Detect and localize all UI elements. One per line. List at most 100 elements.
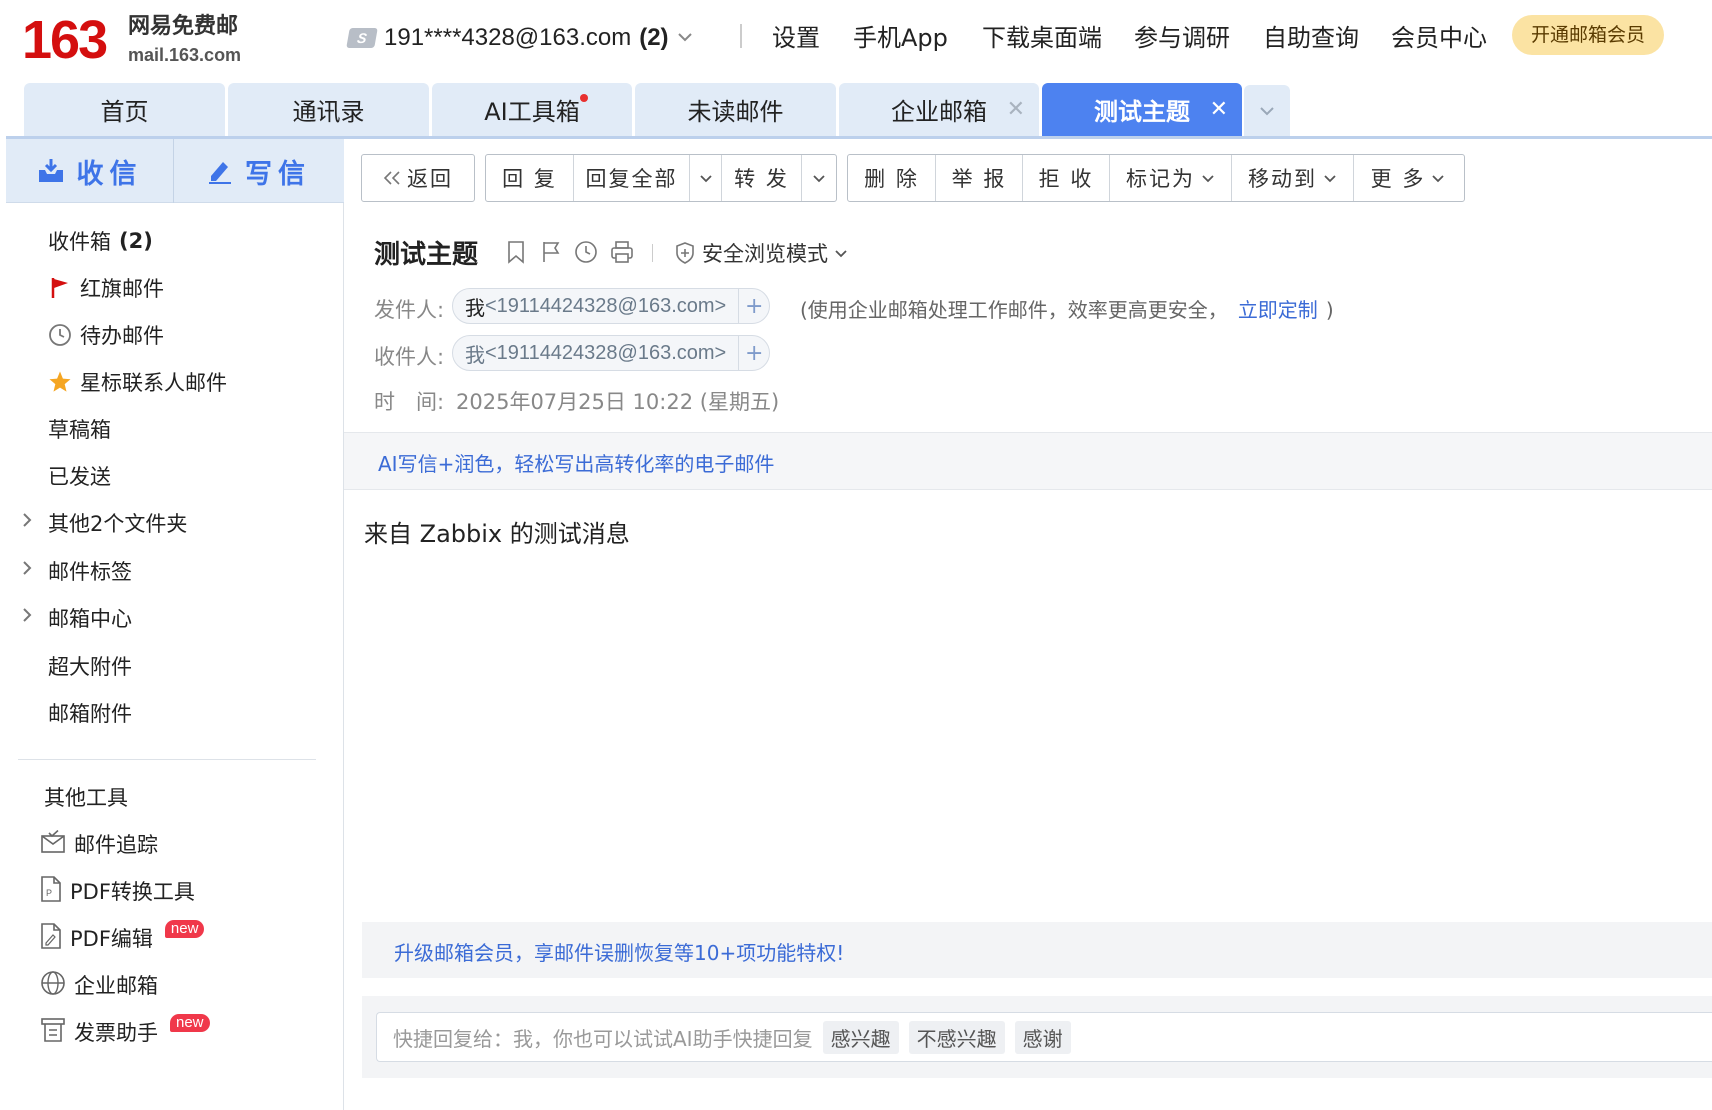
chevron-right-icon[interactable] <box>22 512 32 533</box>
chevron-right-icon[interactable] <box>22 607 32 628</box>
sidebar-item-mail-center[interactable]: 邮箱中心 <box>48 600 132 636</box>
tool-pdf-convert[interactable]: P PDF转换工具 <box>40 873 195 909</box>
tab-unread[interactable]: 未读邮件 <box>635 83 836 136</box>
safe-browsing-mode-dropdown[interactable]: 安全浏览模式 <box>674 238 848 268</box>
reply-options-dropdown[interactable] <box>690 155 722 201</box>
clock-icon[interactable] <box>574 240 598 264</box>
to-label: 收件人: <box>374 345 445 369</box>
print-icon[interactable] <box>610 240 634 264</box>
new-badge: new <box>170 1014 210 1032</box>
more-dropdown[interactable]: 更 多 <box>1354 155 1462 201</box>
tab-home[interactable]: 首页 <box>24 83 225 136</box>
tool-invoice-assistant[interactable]: 发票助手 new <box>40 1014 210 1050</box>
header-link-self-service[interactable]: 自助查询 <box>1263 20 1359 56</box>
pdf-file-icon: P <box>40 875 62 907</box>
sidebar-item-todo[interactable]: 待办邮件 <box>48 317 164 353</box>
chevron-down-icon <box>813 174 825 182</box>
bookmark-icon[interactable] <box>504 240 528 264</box>
recipient-me: 我 <box>465 344 485 367</box>
flag-icon[interactable] <box>539 240 563 264</box>
recipient-chip[interactable]: 我 <19114424328@163.com> + <box>452 335 771 371</box>
forward-button[interactable]: 转 发 <box>722 155 802 201</box>
header-link-mobile-app[interactable]: 手机App <box>853 20 948 56</box>
tab-enterprise-mail[interactable]: 企业邮箱 ✕ <box>839 83 1039 136</box>
sidebar-item-other-folders[interactable]: 其他2个文件夹 <box>48 505 187 541</box>
forward-options-dropdown[interactable] <box>802 155 836 201</box>
reject-label: 拒 收 <box>1038 167 1094 191</box>
report-button[interactable]: 举 报 <box>936 155 1023 201</box>
tool-label: 邮件追踪 <box>74 833 158 857</box>
quick-reply-chip-not-interested[interactable]: 不感兴趣 <box>908 1020 1005 1054</box>
enterprise-promo-text: (使用企业邮箱处理工作邮件，效率更高更安全， <box>800 298 1228 322</box>
header-link-survey[interactable]: 参与调研 <box>1134 20 1230 56</box>
logo[interactable]: 163 网易免费邮 mail.163.com <box>22 6 262 76</box>
receive-button[interactable]: 收信 <box>6 139 173 203</box>
move-to-dropdown[interactable]: 移动到 <box>1232 155 1354 201</box>
quick-reply-chip-interested[interactable]: 感兴趣 <box>822 1020 899 1054</box>
mark-as-label: 标记为 <box>1126 167 1195 191</box>
section-title: 其他工具 <box>44 786 128 810</box>
reply-all-label: 回复全部 <box>585 167 678 191</box>
sidebar-item-mailbox-attachments[interactable]: 邮箱附件 <box>48 695 132 731</box>
vip-banner-text[interactable]: 升级邮箱会员，享邮件误删恢复等10+项功能特权! <box>394 937 844 966</box>
sidebar-item-flagged[interactable]: 红旗邮件 <box>48 270 164 306</box>
sender-name: 我 <19114424328@163.com> <box>453 289 740 323</box>
vip-upgrade-banner[interactable]: 升级邮箱会员，享邮件误删恢复等10+项功能特权! <box>362 922 1712 978</box>
close-icon[interactable]: ✕ <box>1007 97 1025 122</box>
tab-ai-toolbox[interactable]: AI工具箱 <box>432 83 632 136</box>
pdf-edit-icon <box>40 922 62 954</box>
chevron-down-icon <box>1324 174 1336 182</box>
sidebar-item-label: 邮件标签 <box>48 560 132 584</box>
reply-label: 回 复 <box>502 167 557 191</box>
reject-button[interactable]: 拒 收 <box>1023 155 1110 201</box>
enterprise-promo-end: ) <box>1325 298 1334 322</box>
quick-reply-input[interactable]: 快捷回复给：我，你也可以试试AI助手快捷回复 感兴趣 不感兴趣 感谢 <box>376 1012 1712 1062</box>
sender-chip[interactable]: 我 <19114424328@163.com> + <box>452 288 771 324</box>
sidebar-item-large-attachments[interactable]: 超大附件 <box>48 648 132 684</box>
reply-all-button[interactable]: 回复全部 <box>574 155 690 201</box>
message-body: 来自 Zabbix 的测试消息 <box>364 520 630 548</box>
tool-pdf-edit[interactable]: PDF编辑 new <box>40 920 205 956</box>
sidebar-item-label: 已发送 <box>48 465 111 489</box>
sidebar-item-mail-tags[interactable]: 邮件标签 <box>48 553 132 589</box>
compose-button[interactable]: 写信 <box>174 139 344 203</box>
inbox-count: (2) <box>119 229 153 253</box>
tab-test-subject[interactable]: 测试主题 ✕ <box>1042 83 1242 136</box>
back-button-group: 返回 <box>361 154 475 202</box>
chevron-right-icon[interactable] <box>22 560 32 581</box>
back-button[interactable]: 返回 <box>362 155 474 201</box>
sidebar-item-starred[interactable]: 星标联系人邮件 <box>48 364 227 400</box>
mark-as-dropdown[interactable]: 标记为 <box>1110 155 1232 201</box>
header-link-member-center[interactable]: 会员中心 <box>1391 20 1487 56</box>
add-contact-icon[interactable]: + <box>739 341 769 366</box>
header-link-settings[interactable]: 设置 <box>772 20 820 56</box>
header-link-desktop[interactable]: 下载桌面端 <box>982 20 1102 56</box>
customize-now-link[interactable]: 立即定制 <box>1238 298 1318 322</box>
ai-banner-text[interactable]: AI写信+润色，轻松写出高转化率的电子邮件 <box>378 448 774 477</box>
close-icon[interactable]: ✕ <box>1210 97 1228 122</box>
invoice-icon <box>40 1017 66 1048</box>
sidebar-item-drafts[interactable]: 草稿箱 <box>48 411 111 447</box>
sidebar-item-label: 邮箱中心 <box>48 607 132 631</box>
tool-enterprise-mail[interactable]: 企业邮箱 <box>40 967 158 1003</box>
sender-address: <19114424328@163.com> <box>485 294 727 317</box>
clock-icon <box>48 323 72 347</box>
open-vip-button[interactable]: 开通邮箱会员 <box>1512 15 1664 55</box>
quick-reply-chip-thanks[interactable]: 感谢 <box>1014 1020 1071 1054</box>
tool-mail-tracking[interactable]: 邮件追踪 <box>40 826 158 862</box>
sidebar-item-sent[interactable]: 已发送 <box>48 458 111 494</box>
tool-label: 企业邮箱 <box>74 974 158 998</box>
add-contact-icon[interactable]: + <box>739 294 769 319</box>
tool-label: 发票助手 <box>74 1021 158 1045</box>
sender-me: 我 <box>465 297 485 320</box>
ai-write-banner[interactable]: AI写信+润色，轻松写出高转化率的电子邮件 <box>344 432 1712 490</box>
tab-overflow-button[interactable] <box>1244 85 1290 136</box>
reply-button[interactable]: 回 复 <box>486 155 574 201</box>
sidebar-item-inbox[interactable]: 收件箱 (2) <box>48 223 153 259</box>
tab-label: 测试主题 <box>1094 98 1190 126</box>
delete-button[interactable]: 删 除 <box>848 155 936 201</box>
delete-label: 删 除 <box>864 167 919 191</box>
account-switcher[interactable]: S 191****4328@163.com (2) <box>346 20 693 56</box>
tab-label: 通讯录 <box>292 98 365 126</box>
tab-contacts[interactable]: 通讯录 <box>228 83 429 136</box>
